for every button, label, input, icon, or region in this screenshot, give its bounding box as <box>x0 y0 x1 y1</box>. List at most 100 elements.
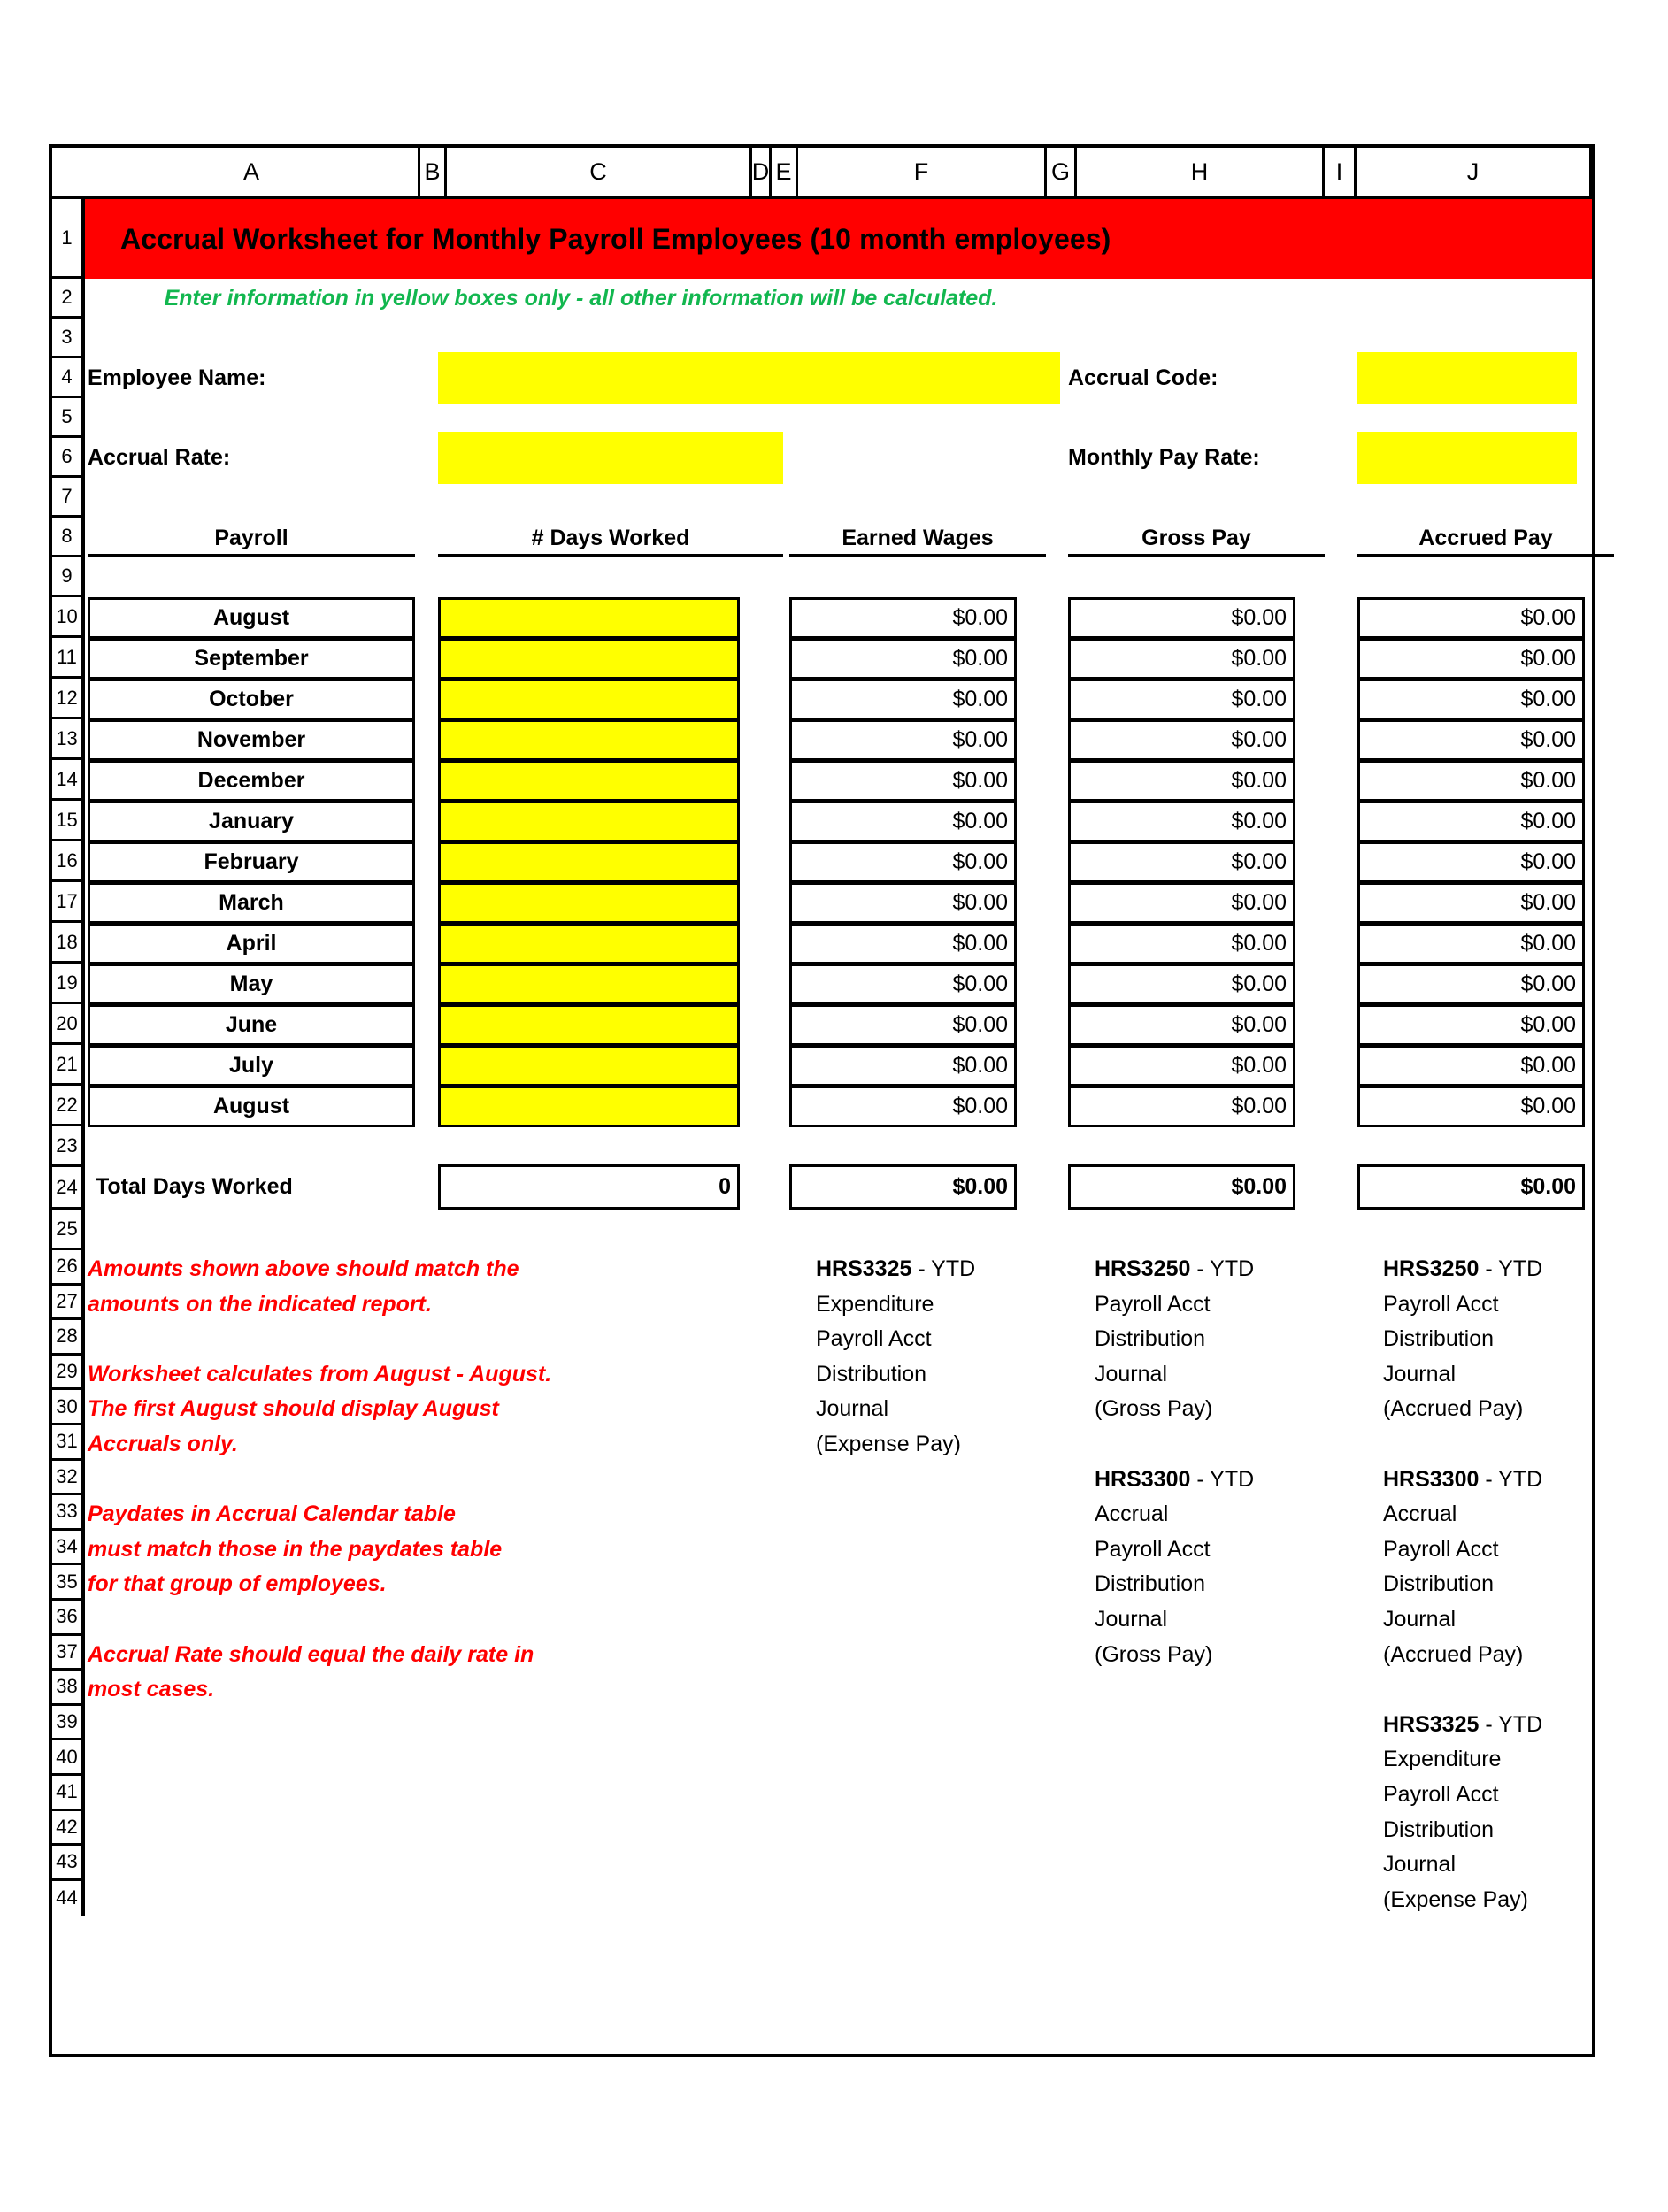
days-worked-input[interactable] <box>438 841 740 883</box>
row-header-10[interactable]: 10 <box>52 597 81 638</box>
note-line: Distribution <box>1095 1326 1206 1352</box>
accrued-pay-cell: $0.00 <box>1357 841 1585 883</box>
monthly-pay-rate-label: Monthly Pay Rate: <box>1068 445 1260 470</box>
subtitle-banner: Enter information in yellow boxes only -… <box>85 279 1077 319</box>
row-header-23[interactable]: 23 <box>52 1126 81 1167</box>
row-header-16[interactable]: 16 <box>52 841 81 882</box>
row-header-31[interactable]: 31 <box>52 1425 81 1461</box>
row-header-11[interactable]: 11 <box>52 638 81 679</box>
days-worked-input[interactable] <box>438 760 740 802</box>
column-header-D[interactable]: D <box>752 148 772 199</box>
month-label-cell: December <box>88 760 415 802</box>
row-header-3[interactable]: 3 <box>52 319 81 358</box>
note-line: amounts on the indicated report. <box>88 1291 432 1317</box>
employee-name-label: Employee Name: <box>88 365 266 390</box>
row-header-39[interactable]: 39 <box>52 1705 81 1741</box>
column-header-J[interactable]: J <box>1357 148 1592 199</box>
row-header-9[interactable]: 9 <box>52 557 81 597</box>
accrual-rate-input[interactable] <box>438 432 783 484</box>
row-header-1[interactable]: 1 <box>52 199 81 279</box>
row-header-7[interactable]: 7 <box>52 478 81 518</box>
row-header-17[interactable]: 17 <box>52 882 81 923</box>
note-line: HRS3300 - YTD <box>1383 1466 1543 1492</box>
row-header-24[interactable]: 24 <box>52 1167 81 1210</box>
note-line: Distribution <box>1383 1326 1495 1352</box>
employee-name-input[interactable] <box>438 352 1060 404</box>
column-header-I[interactable]: I <box>1325 148 1357 199</box>
row-number-gutter: 1 2 3 4 5 6 7 8 9 10 11 12 13 14 15 16 17 18 19 20 21 22 23 24 2… <box>52 199 85 1916</box>
column-header-F[interactable]: F <box>798 148 1047 199</box>
note-line: HRS3325 - YTD <box>1383 1711 1543 1737</box>
row-header-5[interactable]: 5 <box>52 398 81 438</box>
days-worked-input[interactable] <box>438 1004 740 1046</box>
note-line: Journal <box>1095 1606 1167 1632</box>
days-worked-input[interactable] <box>438 679 740 720</box>
row-header-30[interactable]: 30 <box>52 1390 81 1425</box>
row-header-43[interactable]: 43 <box>52 1846 81 1881</box>
earned-wages-cell: $0.00 <box>789 841 1017 883</box>
worksheet-grid: ABCDEFGHIJ 1 2 3 4 5 6 7 8 9 10 11 12 13 14 15 16 17 18 19… <box>49 144 1614 2057</box>
spreadsheet-page: ABCDEFGHIJ 1 2 3 4 5 6 7 8 9 10 11 12 13 14 15 16 17 18 19… <box>0 0 1668 2212</box>
row-header-38[interactable]: 38 <box>52 1671 81 1706</box>
row-header-35[interactable]: 35 <box>52 1565 81 1601</box>
row-header-25[interactable]: 25 <box>52 1210 81 1250</box>
row-header-40[interactable]: 40 <box>52 1740 81 1776</box>
days-worked-input[interactable] <box>438 638 740 680</box>
row-header-36[interactable]: 36 <box>52 1600 81 1636</box>
total-days-worked-label: Total Days Worked <box>96 1174 293 1199</box>
table-header-accrued-pay: Accrued Pay <box>1357 518 1614 557</box>
days-worked-input[interactable] <box>438 719 740 761</box>
row-header-21[interactable]: 21 <box>52 1045 81 1086</box>
gross-pay-cell: $0.00 <box>1068 1004 1295 1046</box>
row-header-27[interactable]: 27 <box>52 1285 81 1321</box>
row-header-15[interactable]: 15 <box>52 801 81 841</box>
total-accrued-pay-cell: $0.00 <box>1357 1164 1585 1210</box>
days-worked-input[interactable] <box>438 923 740 964</box>
row-header-41[interactable]: 41 <box>52 1775 81 1811</box>
row-header-8[interactable]: 8 <box>52 518 81 557</box>
accrual-code-input[interactable] <box>1357 352 1577 404</box>
row-header-2[interactable]: 2 <box>52 279 81 319</box>
row-header-6[interactable]: 6 <box>52 438 81 478</box>
days-worked-input[interactable] <box>438 801 740 842</box>
row-header-32[interactable]: 32 <box>52 1460 81 1496</box>
column-header-E[interactable]: E <box>772 148 798 199</box>
row-header-33[interactable]: 33 <box>52 1495 81 1531</box>
row-header-18[interactable]: 18 <box>52 923 81 964</box>
row-header-20[interactable]: 20 <box>52 1004 81 1045</box>
row-header-44[interactable]: 44 <box>52 1880 81 1916</box>
row-header-28[interactable]: 28 <box>52 1320 81 1356</box>
row-header-14[interactable]: 14 <box>52 760 81 801</box>
row-header-13[interactable]: 13 <box>52 719 81 760</box>
earned-wages-cell: $0.00 <box>789 964 1017 1005</box>
days-worked-input[interactable] <box>438 882 740 924</box>
note-line: Distribution <box>816 1361 927 1386</box>
column-header-H[interactable]: H <box>1077 148 1325 199</box>
row-header-29[interactable]: 29 <box>52 1355 81 1391</box>
row-header-4[interactable]: 4 <box>52 358 81 398</box>
column-header-A[interactable]: A <box>85 148 420 199</box>
row-header-42[interactable]: 42 <box>52 1810 81 1847</box>
days-worked-input[interactable] <box>438 1045 740 1087</box>
total-gross-pay-cell: $0.00 <box>1068 1164 1295 1210</box>
row-header-26[interactable]: 26 <box>52 1250 81 1286</box>
accrued-pay-cell: $0.00 <box>1357 882 1585 924</box>
column-header-C[interactable]: C <box>447 148 752 199</box>
row-header-34[interactable]: 34 <box>52 1530 81 1566</box>
row-header-12[interactable]: 12 <box>52 679 81 719</box>
column-header-G[interactable]: G <box>1047 148 1077 199</box>
row-header-19[interactable]: 19 <box>52 964 81 1004</box>
note-line: most cases. <box>88 1677 215 1702</box>
days-worked-input[interactable] <box>438 964 740 1005</box>
earned-wages-cell: $0.00 <box>789 1045 1017 1087</box>
note-line: Accruals only. <box>88 1431 238 1456</box>
select-all-corner[interactable] <box>52 148 85 199</box>
monthly-pay-rate-input[interactable] <box>1357 432 1577 484</box>
month-label-cell: October <box>88 679 415 720</box>
accrued-pay-cell: $0.00 <box>1357 1045 1585 1087</box>
days-worked-input[interactable] <box>438 1086 740 1127</box>
row-header-22[interactable]: 22 <box>52 1086 81 1126</box>
row-header-37[interactable]: 37 <box>52 1635 81 1671</box>
column-header-B[interactable]: B <box>420 148 447 199</box>
days-worked-input[interactable] <box>438 597 740 639</box>
